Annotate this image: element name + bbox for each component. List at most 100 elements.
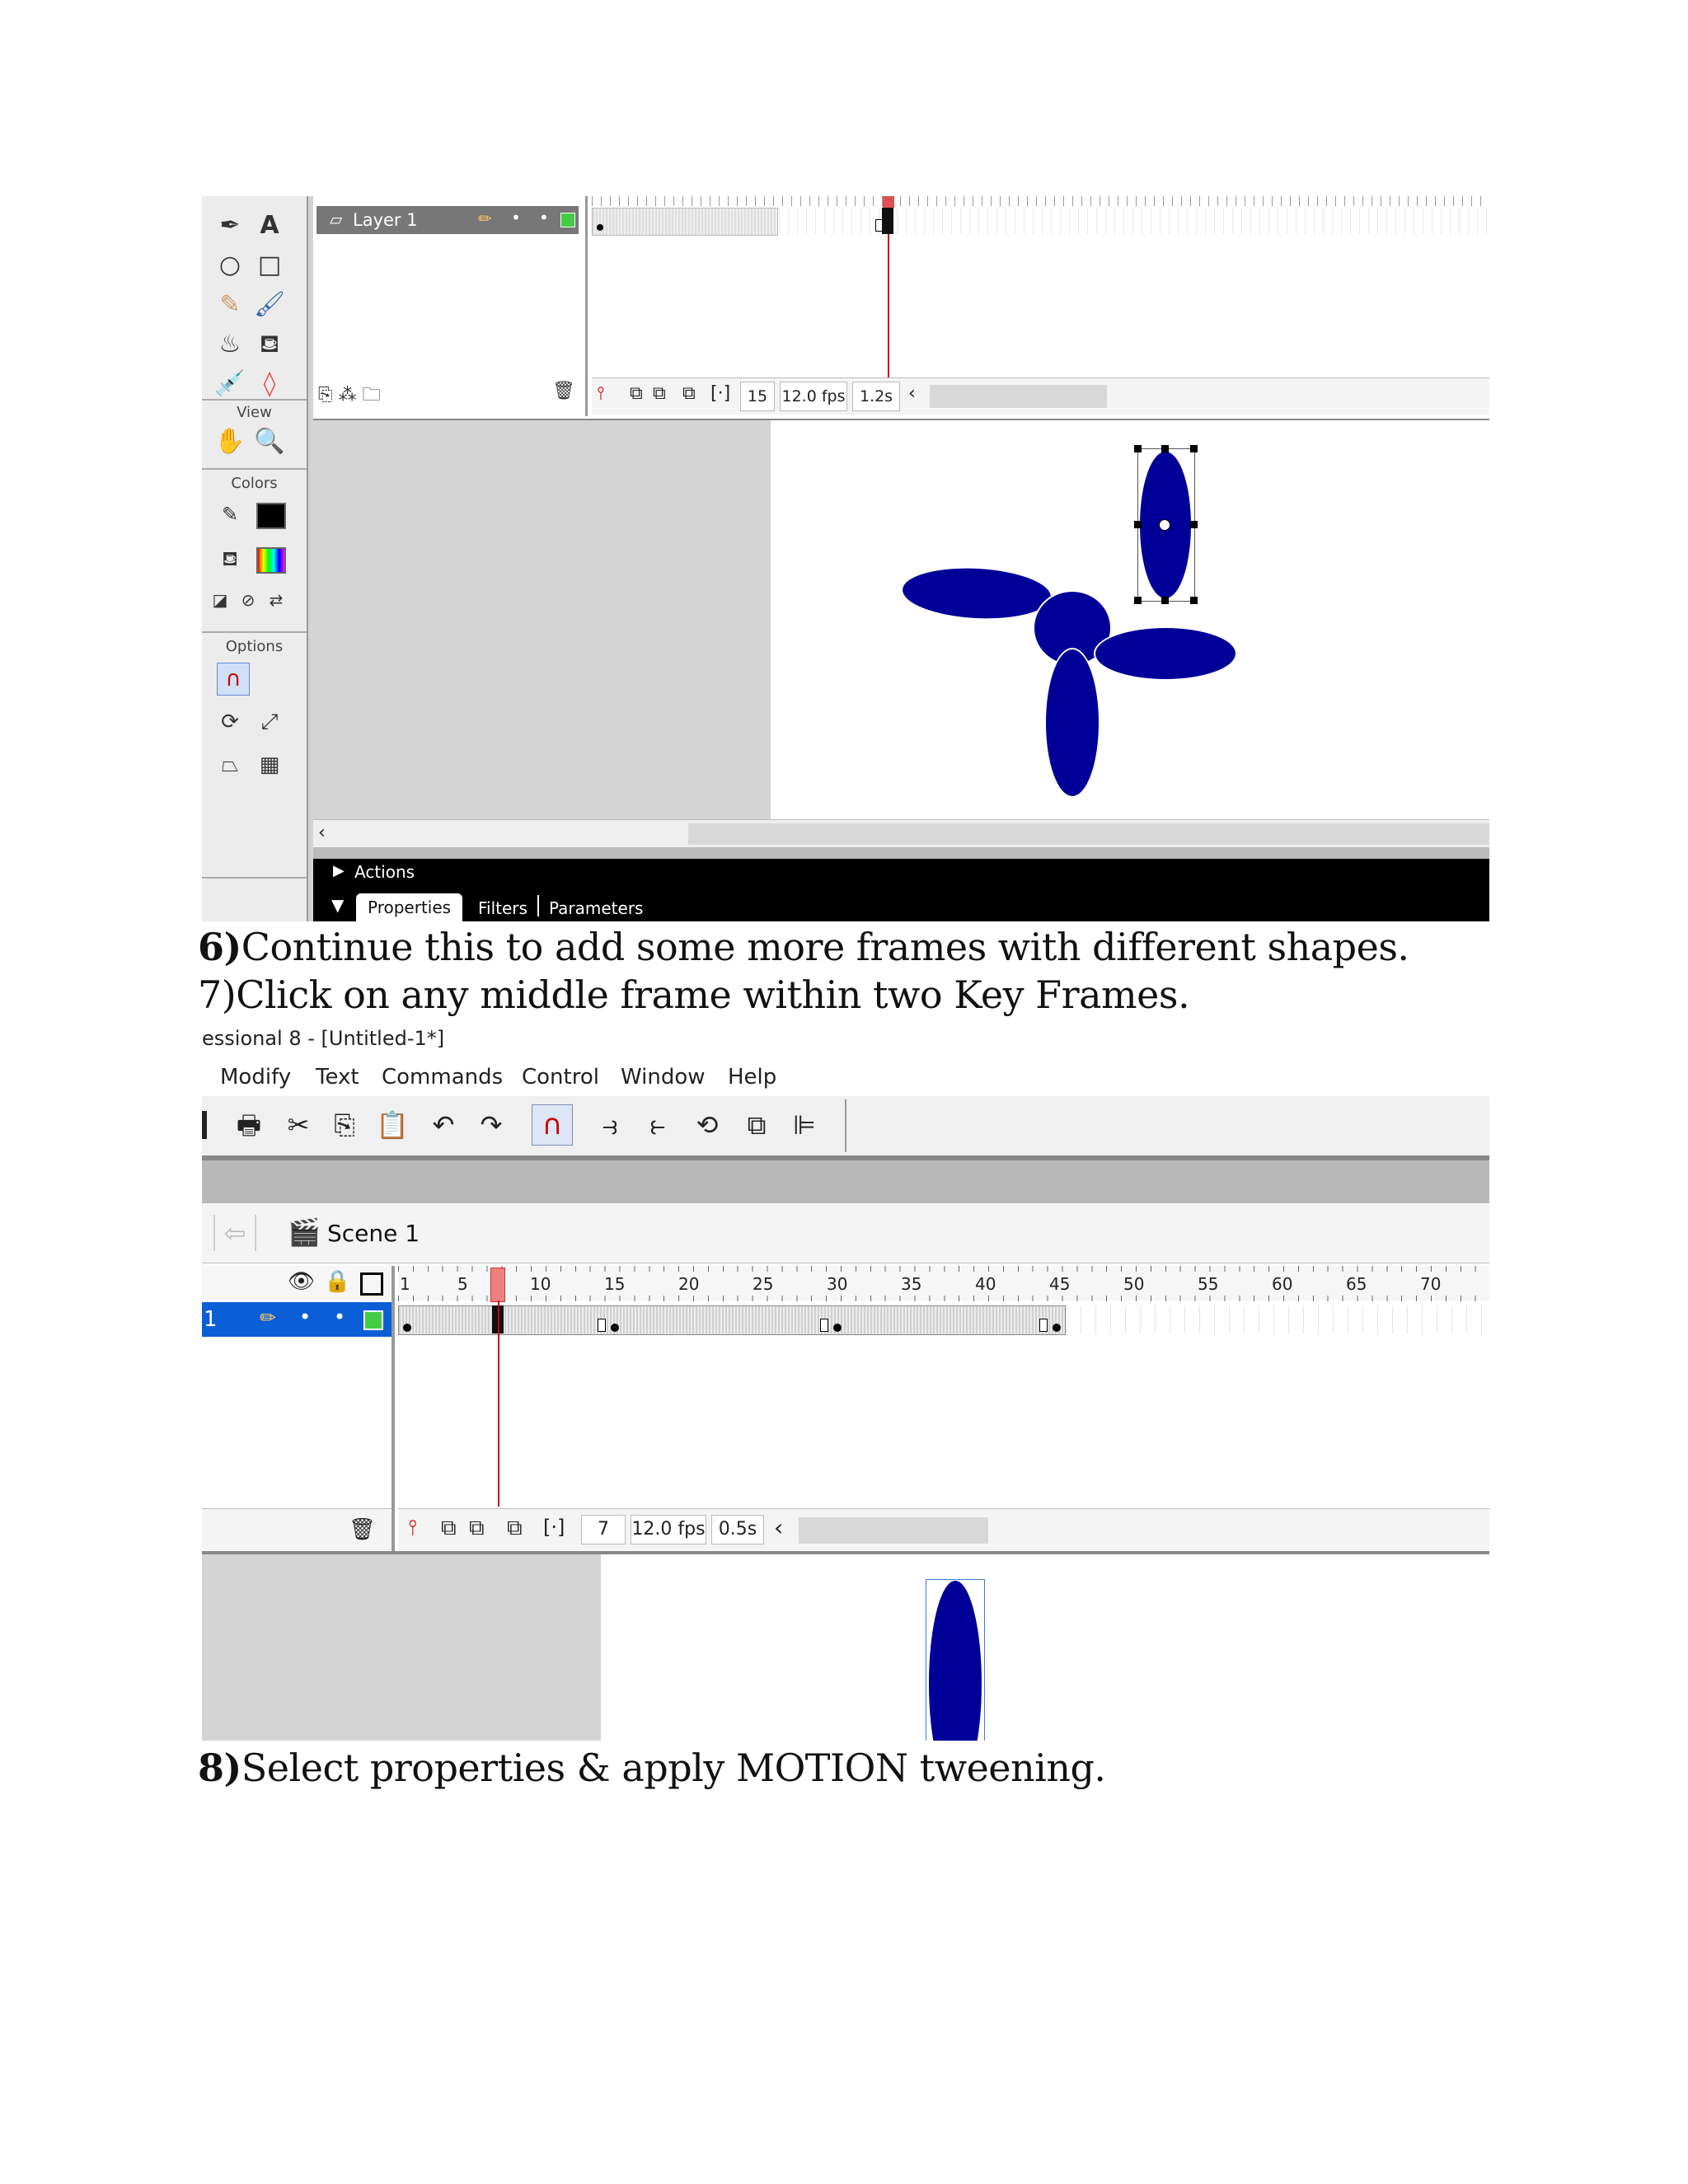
transform-handle[interactable]: [1190, 445, 1198, 452]
redo-icon[interactable]: ↷: [472, 1106, 510, 1144]
menu-window[interactable]: Window: [621, 1065, 706, 1090]
transform-handle[interactable]: [1134, 445, 1142, 452]
layer-row-selected[interactable]: 1 ✏ • •: [202, 1302, 392, 1337]
smooth-icon[interactable]: ⥽: [591, 1106, 629, 1144]
visibility-dot-icon[interactable]: •: [299, 1305, 311, 1329]
lock-all-icon[interactable]: 🔒: [324, 1269, 350, 1294]
outline-color-box[interactable]: [363, 1310, 383, 1330]
ink-bottle-tool-icon[interactable]: ♨: [213, 328, 246, 361]
scroll-left-icon[interactable]: ‹: [318, 823, 326, 843]
fill-color-swatch[interactable]: [256, 547, 286, 574]
frame-rate-readout[interactable]: 12.0 fps: [631, 1515, 706, 1544]
zoom-tool-icon[interactable]: 🔍: [253, 425, 286, 458]
swap-colors-icon[interactable]: ◪: [205, 583, 235, 616]
lock-dot-icon[interactable]: •: [334, 1305, 345, 1329]
straighten-icon[interactable]: ⥼: [639, 1106, 677, 1144]
propeller-blade-left[interactable]: [901, 565, 1053, 622]
onion-skin-icon[interactable]: ⧉: [630, 383, 643, 404]
menu-help[interactable]: Help: [728, 1065, 776, 1090]
keyframe-dot[interactable]: [833, 1324, 842, 1332]
lock-dot-icon[interactable]: •: [539, 208, 549, 227]
print-icon[interactable]: 🖶: [230, 1106, 268, 1144]
paste-icon[interactable]: 📋: [373, 1106, 411, 1144]
outline-all-icon[interactable]: [360, 1272, 383, 1296]
end-frame-marker[interactable]: [598, 1319, 606, 1332]
frame-rate-readout[interactable]: 12.0 fps: [780, 382, 847, 411]
stroke-color-swatch[interactable]: [256, 503, 286, 529]
show-hide-all-eye-icon[interactable]: 👁: [288, 1269, 315, 1294]
stage-scrollbar-thumb[interactable]: [688, 823, 1489, 845]
scale-icon[interactable]: ⧉: [738, 1106, 776, 1144]
scene-label[interactable]: Scene 1: [327, 1220, 420, 1247]
onion-outlines-icon[interactable]: ⧉: [653, 383, 666, 404]
keyframe-dot[interactable]: [1053, 1324, 1061, 1332]
transform-handle[interactable]: [1161, 597, 1169, 604]
end-frame-marker[interactable]: [1039, 1319, 1048, 1332]
transform-handle[interactable]: [1161, 445, 1169, 452]
stage-canvas[interactable]: [771, 420, 1489, 819]
actions-panel-header[interactable]: ▶ Actions: [313, 847, 1489, 888]
rectangle-tool-icon[interactable]: □: [253, 249, 286, 282]
propeller-blade-right[interactable]: [1094, 626, 1237, 681]
cut-icon[interactable]: ✂: [279, 1106, 317, 1144]
onion-markers-icon[interactable]: [·]: [543, 1516, 565, 1539]
center-frame-icon[interactable]: ⫯: [408, 1516, 417, 1541]
onion-markers-icon[interactable]: [·]: [710, 383, 730, 404]
text-tool-icon[interactable]: A: [253, 209, 286, 242]
rotate-skew-icon[interactable]: ⟳: [213, 705, 246, 738]
transform-center-point[interactable]: [1159, 519, 1170, 531]
brush-tool-icon[interactable]: 🖌: [253, 288, 286, 321]
insert-folder-icon[interactable]: 🗀: [363, 385, 381, 405]
paint-bucket-tool-icon[interactable]: ⛾: [253, 328, 286, 361]
scale-icon[interactable]: ⤢: [253, 705, 286, 738]
keyframe-dot[interactable]: [611, 1324, 619, 1332]
pen-tool-icon[interactable]: ✒: [213, 209, 246, 242]
menu-text[interactable]: Text: [316, 1065, 359, 1090]
onion-outlines-icon[interactable]: ⧉: [469, 1516, 485, 1541]
align-icon[interactable]: ⊫: [785, 1106, 823, 1144]
center-frame-icon[interactable]: ⫯: [597, 383, 605, 404]
no-color-icon[interactable]: ⊘: [233, 583, 263, 616]
snap-magnet-button[interactable]: ∩: [532, 1104, 573, 1146]
envelope-icon[interactable]: ▦: [253, 748, 286, 781]
stage-canvas[interactable]: [601, 1554, 1489, 1741]
rotate-icon[interactable]: ⟲: [688, 1106, 726, 1144]
menu-modify[interactable]: Modify: [220, 1065, 291, 1090]
scroll-left-icon[interactable]: ‹: [774, 1514, 783, 1541]
tab-parameters[interactable]: Parameters: [549, 898, 643, 918]
timeline-scrollbar-thumb[interactable]: [799, 1517, 988, 1544]
back-arrow-icon[interactable]: ⇦: [213, 1215, 256, 1251]
collapse-triangle-icon[interactable]: ▼: [331, 895, 344, 915]
tab-filters[interactable]: Filters: [478, 898, 528, 918]
current-keyframe[interactable]: [882, 208, 893, 234]
menu-commands[interactable]: Commands: [382, 1065, 503, 1090]
expand-triangle-icon[interactable]: ▶: [333, 862, 345, 879]
scroll-left-icon[interactable]: ‹: [908, 383, 916, 404]
delete-layer-icon[interactable]: 🗑: [552, 381, 575, 401]
edit-multiple-frames-icon[interactable]: ⧉: [682, 383, 696, 404]
tab-properties[interactable]: Properties: [356, 893, 463, 921]
playhead[interactable]: [490, 1268, 505, 1302]
insert-layer-icon[interactable]: ⎘: [318, 385, 333, 405]
propeller-blade-bottom[interactable]: [1044, 648, 1100, 798]
keyframe-dot[interactable]: [403, 1324, 411, 1332]
timeline-scrollbar-thumb[interactable]: [930, 385, 1107, 408]
stroke-color-icon[interactable]: ✎: [213, 498, 246, 531]
oval-tool-icon[interactable]: ○: [213, 249, 246, 282]
eraser-tool-icon[interactable]: ◊: [253, 368, 286, 401]
visibility-dot-icon[interactable]: •: [511, 208, 521, 227]
transform-handle[interactable]: [1190, 597, 1198, 604]
end-frame-marker[interactable]: [820, 1319, 828, 1332]
transform-handle[interactable]: [1134, 597, 1142, 604]
distort-icon[interactable]: ⏢: [213, 748, 246, 781]
pencil-tool-icon[interactable]: ✎: [213, 288, 246, 321]
delete-layer-icon[interactable]: 🗑: [349, 1517, 376, 1542]
add-guide-layer-icon[interactable]: ⁂: [339, 385, 357, 405]
playhead[interactable]: [883, 196, 894, 208]
fill-color-icon[interactable]: ⛾: [213, 542, 246, 575]
outline-color-box[interactable]: [560, 213, 575, 227]
snap-magnet-icon[interactable]: ∩: [217, 663, 250, 696]
default-colors-icon[interactable]: ⇄: [261, 583, 291, 616]
menu-control[interactable]: Control: [522, 1065, 599, 1090]
eyedropper-tool-icon[interactable]: 💉: [213, 368, 246, 401]
